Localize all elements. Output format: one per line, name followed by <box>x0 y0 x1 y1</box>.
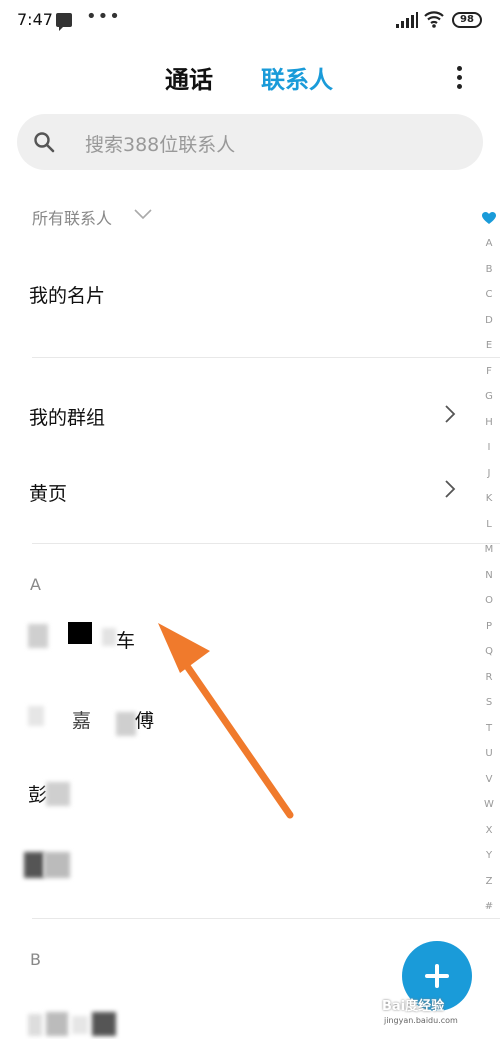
divider <box>32 543 500 544</box>
contact-name-fragment: 车 <box>116 630 136 652</box>
alphabet-index-letter[interactable]: V <box>478 774 500 785</box>
contact-name-fragment: 嘉 <box>72 710 92 732</box>
alphabet-index-letter[interactable]: C <box>478 289 500 300</box>
redacted-name <box>46 1012 68 1036</box>
alphabet-index-letter[interactable]: # <box>478 901 500 912</box>
alphabet-index-letter[interactable]: Q <box>478 646 500 657</box>
contact-name-fragment: 彭 <box>28 784 48 806</box>
alphabet-index-letter[interactable]: X <box>478 825 500 836</box>
battery-indicator: 98 <box>452 12 482 28</box>
alphabet-index-letter[interactable]: I <box>478 442 500 453</box>
alphabet-index-letter[interactable]: E <box>478 340 500 351</box>
message-notification-icon <box>56 13 72 31</box>
more-options-icon[interactable] <box>450 64 470 92</box>
my-card-row[interactable]: 我的名片 <box>29 281 105 308</box>
alphabet-index-letter[interactable]: U <box>478 748 500 759</box>
redacted-name <box>102 628 116 646</box>
contact-item[interactable] <box>24 850 228 884</box>
more-notifications-icon: ••• <box>86 6 121 27</box>
alphabet-index-letter[interactable]: Z <box>478 876 500 887</box>
watermark-url: jingyan.baidu.com <box>384 1016 458 1025</box>
yellow-pages-row[interactable]: 黄页 <box>29 479 67 506</box>
alphabet-index-letter[interactable]: N <box>478 570 500 581</box>
redacted-name <box>116 712 136 736</box>
search-bar[interactable]: 搜索388位联系人 <box>17 114 483 170</box>
alphabet-index-letter[interactable]: Y <box>478 850 500 861</box>
annotation-arrow <box>158 623 294 819</box>
alphabet-index-letter[interactable]: H <box>478 417 500 428</box>
chevron-down-icon[interactable] <box>134 208 152 220</box>
alphabet-index-letter[interactable]: W <box>478 799 500 810</box>
redacted-name <box>28 706 44 726</box>
redacted-name <box>44 852 70 878</box>
search-placeholder: 搜索388位联系人 <box>85 134 236 156</box>
section-header-b: B <box>30 950 41 969</box>
my-groups-row[interactable]: 我的群组 <box>29 403 105 430</box>
alphabet-index-letter[interactable]: J <box>478 468 500 479</box>
contacts-filter[interactable]: 所有联系人 <box>32 205 112 229</box>
redacted-name <box>28 1014 42 1036</box>
alphabet-index-letter[interactable]: G <box>478 391 500 402</box>
alphabet-index-letter[interactable]: S <box>478 697 500 708</box>
contact-item[interactable] <box>28 1010 228 1039</box>
divider <box>32 357 500 358</box>
divider <box>32 918 500 919</box>
redacted-name <box>72 1016 88 1034</box>
favorites-heart-icon[interactable] <box>482 212 496 225</box>
alphabet-index-letter[interactable]: M <box>478 544 500 555</box>
redacted-name <box>68 622 92 644</box>
alphabet-index-letter[interactable]: P <box>478 621 500 632</box>
redacted-name <box>24 852 44 878</box>
alphabet-index-letter[interactable]: D <box>478 315 500 326</box>
watermark-logo: Bai度经验 <box>382 999 445 1014</box>
alphabet-index-letter[interactable]: F <box>478 366 500 377</box>
status-bar: 7:47 ••• 98 <box>0 0 500 44</box>
chevron-right-icon[interactable] <box>444 480 456 498</box>
tab-contacts[interactable]: 联系人 <box>261 60 333 95</box>
tab-calls[interactable]: 通话 <box>165 60 213 95</box>
status-time: 7:47 <box>17 10 53 29</box>
alphabet-index-letter[interactable]: R <box>478 672 500 683</box>
redacted-name <box>46 782 70 806</box>
alphabet-index-letter[interactable]: O <box>478 595 500 606</box>
alphabet-index-letter[interactable]: K <box>478 493 500 504</box>
alphabet-index-letter[interactable]: L <box>478 519 500 530</box>
signal-icon <box>396 12 418 28</box>
alphabet-index-letter[interactable]: B <box>478 264 500 275</box>
alphabet-index-letter[interactable]: T <box>478 723 500 734</box>
search-icon <box>34 132 55 153</box>
chevron-right-icon[interactable] <box>444 405 456 423</box>
wifi-icon <box>424 11 444 28</box>
alphabet-index-letter[interactable]: A <box>478 238 500 249</box>
plus-icon <box>435 964 439 988</box>
section-header-a: A <box>30 575 41 594</box>
redacted-name <box>28 624 48 648</box>
redacted-name <box>92 1012 116 1036</box>
